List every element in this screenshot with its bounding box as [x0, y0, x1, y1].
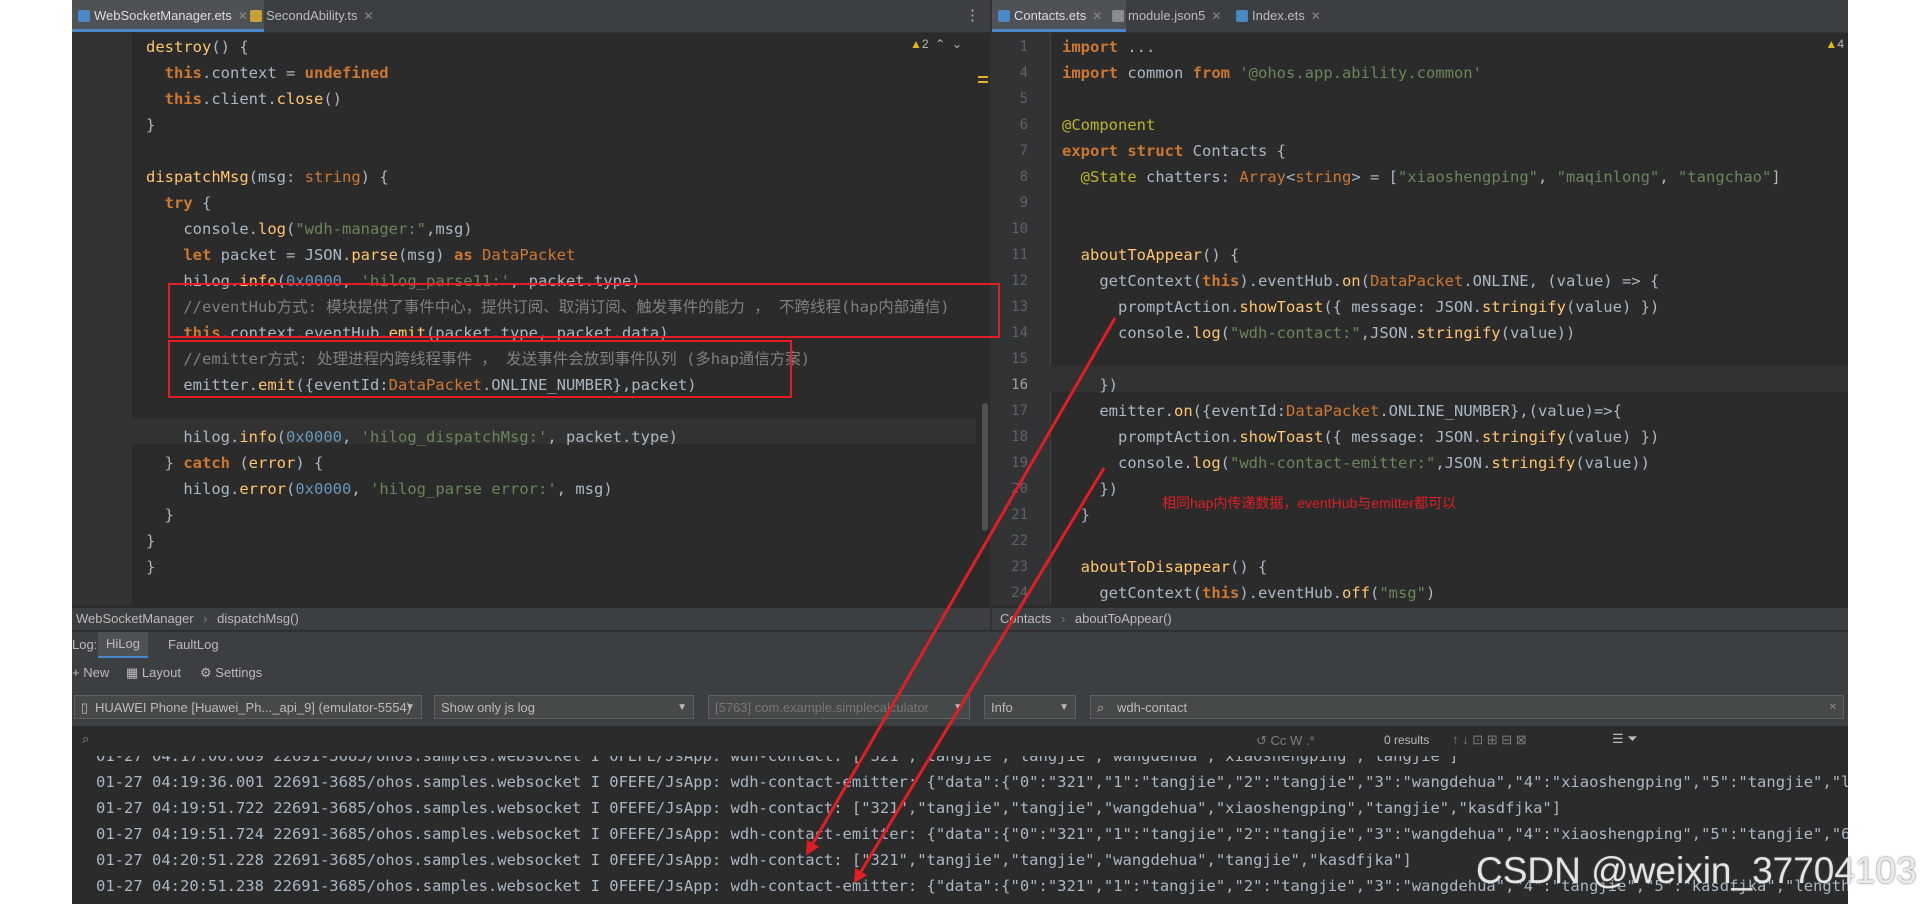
watermark: CSDN @weixin_37704103	[1476, 850, 1917, 891]
ide-window: WebSocketManager.ets ✕ SecondAbility.ts ✕ …	[72, 0, 1848, 904]
arrow-emitter	[853, 467, 1106, 884]
arrow-eventhub	[806, 317, 1117, 856]
annotation-arrows	[806, 317, 1117, 884]
